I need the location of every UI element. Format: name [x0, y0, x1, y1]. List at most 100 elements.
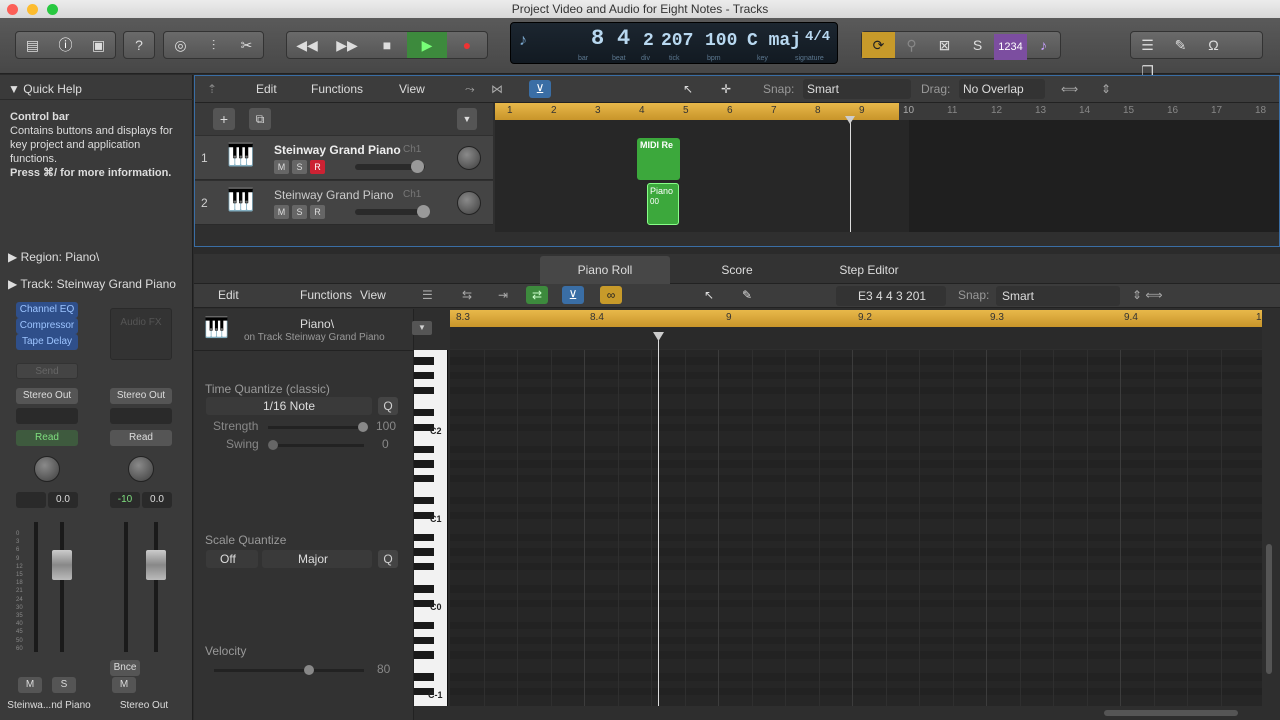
loop-browser-icon[interactable]: Ω — [1197, 32, 1230, 58]
zoom-window-button[interactable] — [47, 4, 58, 15]
lcd-display[interactable]: ♪ 8 4 2 207 100 C maj 4/4 bar beat div t… — [510, 22, 838, 64]
solo-button[interactable]: S — [52, 677, 76, 693]
horizontal-scrollbar[interactable] — [1104, 710, 1238, 716]
track-name[interactable]: Steinway Grand Piano — [274, 188, 393, 202]
strength-slider[interactable] — [268, 426, 364, 429]
quick-help-button[interactable]: ? — [123, 31, 155, 59]
time-quantize-select[interactable]: 1/16 Note — [206, 397, 372, 415]
black-key[interactable] — [414, 460, 434, 468]
black-key[interactable] — [414, 357, 434, 365]
black-key[interactable] — [414, 408, 434, 417]
note-grid[interactable] — [450, 350, 1262, 706]
play-icon[interactable]: ▶ — [407, 32, 447, 58]
record-enable-button[interactable]: R — [310, 160, 325, 174]
velocity-handle[interactable] — [304, 665, 314, 675]
plugin-slot[interactable]: Tape Delay — [16, 334, 78, 350]
midi-region[interactable]: MIDI Re — [637, 138, 680, 180]
track-name[interactable]: Steinway Grand Piano — [274, 143, 401, 157]
editor-view-menu[interactable]: View — [360, 284, 386, 306]
editor-ruler[interactable]: 8.3 8.4 9 9.2 9.3 9.4 1 — [450, 310, 1262, 327]
automation-mode[interactable]: Read — [110, 430, 172, 446]
black-key[interactable] — [414, 548, 434, 556]
count-in-button[interactable]: 1234 — [994, 34, 1027, 60]
editor-snap-select[interactable]: Smart — [996, 286, 1120, 306]
group-slot[interactable] — [110, 408, 172, 424]
solo-button[interactable]: S — [292, 205, 307, 219]
black-key[interactable] — [414, 585, 434, 593]
swing-handle[interactable] — [268, 440, 278, 450]
collapse-icon[interactable]: ⇆ — [462, 284, 472, 306]
global-tracks-icon[interactable]: ⧉ — [249, 108, 271, 130]
editors-icon[interactable]: ✂ — [230, 32, 263, 58]
scale-quantize-type[interactable]: Major — [262, 550, 372, 568]
forward-icon[interactable]: ▶▶ — [327, 32, 367, 58]
output-slot[interactable]: Stereo Out — [110, 388, 172, 404]
flex-icon[interactable]: ⋈ — [491, 78, 503, 100]
catch-icon[interactable]: ⇡ — [207, 78, 217, 100]
midi-region-selected[interactable]: Piano 00 — [647, 183, 679, 225]
filter-icon[interactable]: ⊻ — [529, 80, 551, 98]
mute-button[interactable]: M — [18, 677, 42, 693]
close-window-button[interactable] — [7, 4, 18, 15]
send-slot[interactable]: Send — [16, 363, 78, 379]
waveform-zoom-icon[interactable]: ⟺ — [1061, 78, 1078, 100]
editor-edit-menu[interactable]: Edit — [218, 284, 239, 306]
black-key[interactable] — [414, 673, 434, 681]
inspector-icon[interactable]: ⓘ — [49, 32, 82, 58]
black-key[interactable] — [414, 533, 434, 542]
tab-piano-roll[interactable]: Piano Roll — [540, 256, 670, 284]
add-track-button[interactable]: + — [213, 108, 235, 130]
piano-keyboard[interactable] — [414, 350, 448, 706]
tracks-view-menu[interactable]: View — [399, 78, 425, 100]
toolbar-icon[interactable]: ▣ — [82, 32, 115, 58]
tracks-ruler[interactable]: 1 2 3 4 5 6 7 8 9 10 11 12 13 14 15 16 1… — [495, 103, 1279, 120]
tab-step-editor[interactable]: Step Editor — [804, 256, 934, 284]
track-pan-knob[interactable] — [457, 191, 481, 215]
volume-fader[interactable] — [52, 550, 72, 580]
solo-button[interactable]: S — [961, 32, 994, 58]
tracks-drag-select[interactable]: No Overlap — [959, 79, 1045, 99]
black-key[interactable] — [414, 636, 434, 644]
automation-mode[interactable]: Read — [16, 430, 78, 446]
mute-button[interactable]: M — [274, 205, 289, 219]
cycle-icon[interactable]: ⟳ — [862, 32, 895, 58]
black-key[interactable] — [414, 497, 434, 505]
replace-icon[interactable]: ⊠ — [928, 32, 961, 58]
stop-icon[interactable]: ■ — [367, 32, 407, 58]
region-menu-icon[interactable]: ▼ — [412, 321, 432, 335]
black-key[interactable] — [414, 621, 434, 630]
tracks-snap-select[interactable]: Smart — [803, 79, 911, 99]
track-header[interactable]: 1 🎹 Steinway Grand Piano Ch1 MSR — [195, 136, 493, 180]
editor-ruler-lower[interactable] — [450, 327, 1262, 349]
track-inspector-header[interactable]: ▶ Track: Steinway Grand Piano — [8, 277, 176, 291]
output-slot[interactable]: Stereo Out — [16, 388, 78, 404]
editor-pencil-tool-icon[interactable]: ✎ — [742, 284, 752, 306]
editor-filter-icon[interactable]: ⊻ — [562, 286, 584, 304]
swing-slider[interactable] — [268, 444, 364, 447]
record-enable-button[interactable]: R — [310, 205, 325, 219]
black-key[interactable] — [414, 474, 434, 483]
track-volume-slider[interactable] — [355, 209, 425, 215]
pan-knob[interactable] — [34, 456, 60, 482]
editor-zoom-icon[interactable]: ⇕ ⟺ — [1132, 284, 1163, 306]
velocity-slider[interactable] — [214, 669, 364, 672]
tuner-icon[interactable]: ⚲ — [895, 32, 928, 58]
quantize-button[interactable]: Q — [378, 397, 398, 415]
volume-fader[interactable] — [146, 550, 166, 580]
plugin-slot[interactable]: Compressor — [16, 318, 78, 334]
pencil-tool-icon[interactable]: ✛ — [721, 78, 731, 100]
automation-icon[interactable]: ⤳ — [465, 78, 475, 100]
solo-button[interactable]: S — [292, 160, 307, 174]
strength-handle[interactable] — [358, 422, 368, 432]
audio-fx-slot[interactable]: Audio FX — [110, 308, 172, 360]
track-volume-handle[interactable] — [411, 160, 424, 173]
scale-quantize-button[interactable]: Q — [378, 550, 398, 568]
track-volume-handle[interactable] — [417, 205, 430, 218]
region-inspector-header[interactable]: ▶ Region: Piano\ — [8, 250, 99, 264]
editor-functions-menu[interactable]: Functions — [300, 284, 352, 306]
metronome-button-icon[interactable]: ♪ — [1027, 32, 1060, 58]
black-key[interactable] — [414, 386, 434, 395]
group-slot[interactable] — [16, 408, 78, 424]
region-link-icon[interactable]: ∞ — [600, 286, 622, 304]
scale-quantize-root[interactable]: Off — [206, 550, 258, 568]
